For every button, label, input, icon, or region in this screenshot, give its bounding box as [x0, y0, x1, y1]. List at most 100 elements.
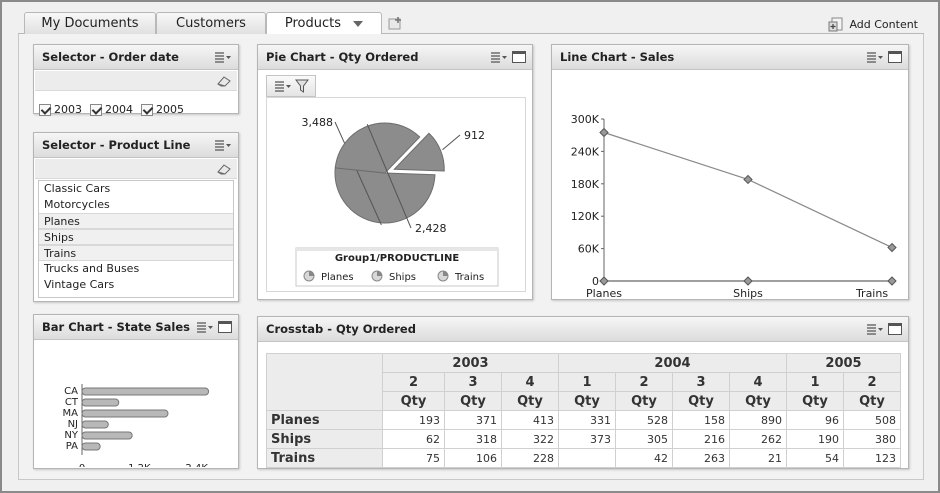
chevron-down-icon[interactable] [353, 20, 364, 28]
crosstab-quarter-header: 2 [382, 372, 445, 392]
x-tick-label: Trains [855, 287, 888, 299]
crosstab-measure-header: Qty [786, 391, 844, 411]
crosstab-cell: 305 [615, 429, 673, 449]
list-item-motorcycles[interactable]: Motorcycles [39, 197, 233, 213]
bar-ny[interactable] [81, 431, 133, 440]
panel-header: Line Chart - Sales [552, 45, 908, 70]
new-tab-icon[interactable] [388, 16, 404, 30]
legend-item-ships[interactable]: Ships [371, 270, 416, 283]
list-item-vintage-cars[interactable]: Vintage Cars [39, 277, 233, 293]
eraser-icon[interactable] [216, 163, 232, 175]
menu-icon[interactable] [214, 51, 232, 63]
list-item-planes[interactable]: Planes [39, 213, 233, 229]
checkbox-box[interactable] [90, 103, 102, 116]
menu-icon[interactable] [866, 323, 884, 335]
crosstab-cell: 158 [672, 410, 730, 430]
menu-icon[interactable] [490, 51, 508, 63]
y-tick-label: 60K [578, 243, 600, 256]
x-tick-label: Planes [586, 287, 622, 299]
crosstab-cell: 371 [444, 410, 502, 430]
add-content-button[interactable]: Add Content [828, 15, 918, 33]
pie-slice-planes[interactable] [334, 167, 436, 224]
menu-icon[interactable] [214, 139, 232, 151]
legend-label: Planes [321, 272, 354, 283]
crosstab-cell: 508 [843, 410, 901, 430]
crosstab-cell: 216 [672, 429, 730, 449]
crosstab-measure-header: Qty [843, 391, 901, 411]
crosstab-measure-header: Qty [558, 391, 616, 411]
eraser-icon[interactable] [216, 75, 232, 87]
table-row: Trains 75 106 228 42 263 21 54 123 [266, 448, 901, 468]
add-content-label: Add Content [849, 17, 918, 31]
crosstab-cell: 263 [672, 448, 730, 468]
tab-customers[interactable]: Customers [156, 12, 266, 34]
pie-legend: Group1/PRODUCTLINE Planes Ships Trains [295, 247, 499, 287]
crosstab-cell: 193 [382, 410, 445, 430]
maximize-icon[interactable] [888, 323, 902, 335]
pie-chart-panel: Pie Chart - Qty Ordered 3,488 2,428 912 … [257, 44, 533, 300]
selector-toolbar [35, 71, 237, 91]
list-item-trains[interactable]: Trains [39, 245, 233, 261]
pie-data-label: 912 [464, 129, 485, 142]
panel-title: Bar Chart - State Sales [42, 320, 191, 334]
line-point[interactable] [887, 276, 897, 286]
checkbox-label: 2005 [156, 103, 184, 116]
filter-icon[interactable] [294, 79, 309, 93]
bar-category-label: CT [65, 397, 79, 408]
maximize-icon[interactable] [512, 51, 526, 63]
crosstab-cell: 190 [786, 429, 844, 449]
tab-my-documents[interactable]: My Documents [24, 12, 156, 34]
crosstab-measure-header: Qty [382, 391, 445, 411]
crosstab-cell: 123 [843, 448, 901, 468]
x-tick-label: 1.2K [128, 463, 151, 467]
pie-chart-area: 3,488 2,428 912 Group1/PRODUCTLINE Planes Shi… [266, 97, 526, 292]
crosstab-measure-header: Qty [615, 391, 673, 411]
crosstab-cell: 42 [615, 448, 673, 468]
maximize-icon[interactable] [218, 321, 232, 333]
tab-products-label: Products [284, 16, 341, 31]
x-tick-label: 0 [79, 463, 85, 467]
bar-category-label: NJ [68, 419, 78, 430]
menu-icon[interactable] [274, 80, 292, 92]
app-frame: My Documents Customers Products Add Cont… [0, 0, 940, 493]
bar-ct[interactable] [81, 398, 120, 407]
product-line-list: Classic Cars Motorcycles Planes Ships Tr… [38, 180, 234, 298]
bar-nj[interactable] [81, 420, 109, 429]
list-item-classic-cars[interactable]: Classic Cars [39, 181, 233, 197]
pie-data-label: 2,428 [415, 222, 447, 235]
crosstab-quarter-header: 1 [786, 372, 844, 392]
bar-ma[interactable] [81, 409, 169, 418]
line-point[interactable] [743, 276, 753, 286]
crosstab-quarter-header: 3 [444, 372, 502, 392]
bar-category-label: PA [66, 441, 78, 452]
crosstab-measure-header: Qty [501, 391, 559, 411]
crosstab-row-header: Ships [266, 429, 383, 449]
menu-icon[interactable] [866, 51, 884, 63]
crosstab-cell: 318 [444, 429, 502, 449]
bar-category-label: NY [64, 430, 78, 441]
checkbox-2004[interactable]: 2004 [90, 103, 133, 116]
list-item-trucks-and-buses[interactable]: Trucks and Buses [39, 261, 233, 277]
legend-label: Trains [454, 272, 484, 283]
crosstab-cell: 62 [382, 429, 445, 449]
maximize-icon[interactable] [888, 51, 902, 63]
checkbox-box[interactable] [141, 103, 153, 116]
line-point[interactable] [599, 276, 609, 286]
panel-header: Selector - Product Line [34, 133, 238, 158]
crosstab-table: 2003 2004 2005 2 3 4 1 2 3 4 1 2 Qty Qty Qty Qty Qty Qty Q… [266, 353, 901, 468]
y-tick-label: 240K [571, 145, 600, 158]
list-item-ships[interactable]: Ships [39, 229, 233, 245]
tab-products[interactable]: Products [266, 12, 382, 35]
bar-pa[interactable] [81, 442, 101, 451]
checkbox-2003[interactable]: 2003 [39, 103, 82, 116]
crosstab-measure-header: Qty [729, 391, 787, 411]
bar-ca[interactable] [81, 387, 210, 396]
menu-icon[interactable] [196, 321, 214, 333]
line-point[interactable] [743, 174, 753, 185]
checkbox-2005[interactable]: 2005 [141, 103, 184, 116]
crosstab-row-header: Planes [266, 410, 383, 430]
line-point[interactable] [887, 242, 897, 253]
line-point[interactable] [599, 127, 609, 138]
checkbox-box[interactable] [39, 103, 51, 116]
table-row: Planes 193 371 413 331 528 158 890 96 508 [266, 410, 901, 430]
